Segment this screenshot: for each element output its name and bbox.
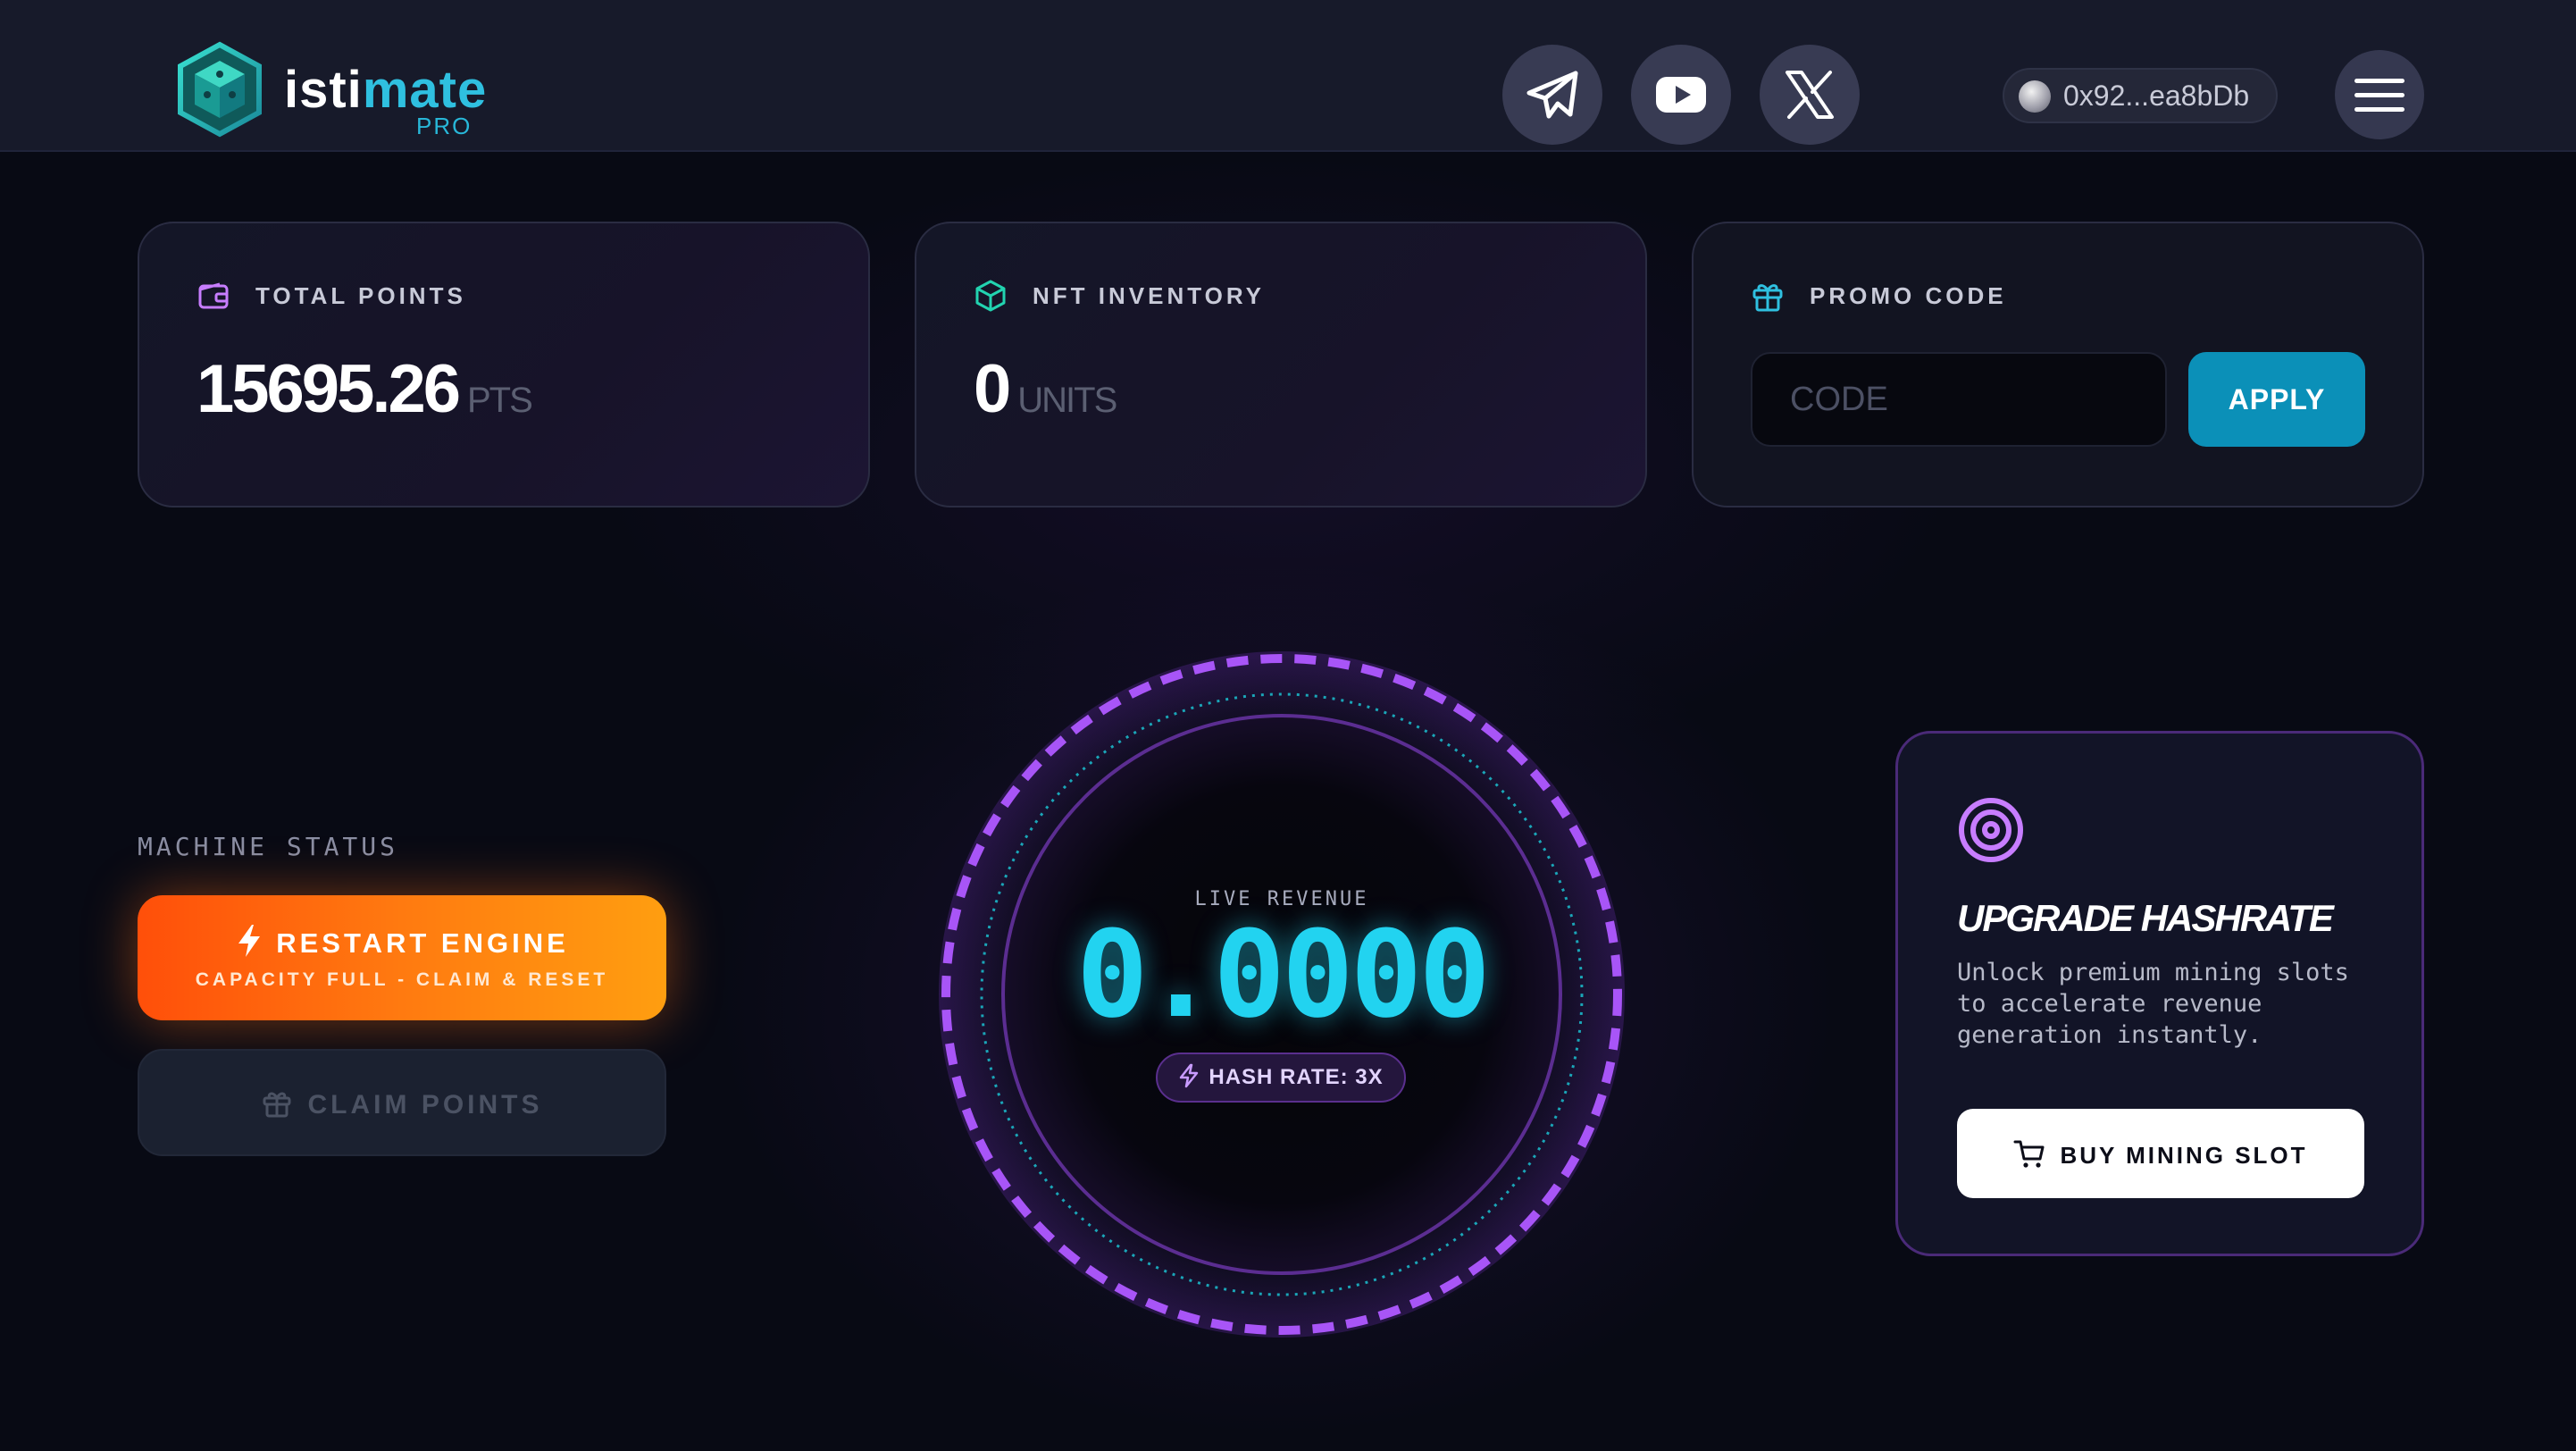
x-button[interactable] (1760, 45, 1860, 145)
promo-code-label: PROMO CODE (1810, 282, 2007, 309)
gift-icon (1752, 284, 1783, 312)
buy-mining-slot-button[interactable]: BUY MINING SLOT (1957, 1109, 2364, 1198)
hash-rate-label: HASH RATE: 3X (1209, 1065, 1384, 1089)
lightning-icon (1180, 1063, 1199, 1088)
total-points-card: TOTAL POINTS 15695.26 PTS (138, 222, 870, 507)
claim-points-content: CLAIM POINTS (139, 1088, 665, 1119)
telegram-button[interactable] (1502, 45, 1602, 145)
restart-engine-title: RESTART ENGINE (138, 924, 666, 958)
menu-button[interactable] (2335, 50, 2424, 139)
total-points-number: 15695.26 (197, 351, 461, 427)
buy-mining-slot-label: BUY MINING SLOT (2060, 1142, 2308, 1169)
gift-icon (263, 1092, 290, 1118)
telegram-icon (1526, 71, 1578, 119)
wallet-address: 0x92...ea8bDb (2063, 80, 2250, 112)
claim-points-button[interactable]: CLAIM POINTS (138, 1049, 666, 1156)
logo-word-start: isti (284, 61, 363, 119)
promo-code-input[interactable] (1751, 352, 2167, 447)
buy-mining-slot-content: BUY MINING SLOT (1957, 1139, 2364, 1170)
hamburger-menu-icon (2354, 93, 2405, 97)
total-points-label: TOTAL POINTS (255, 282, 466, 309)
cube-icon (975, 280, 1006, 312)
youtube-button[interactable] (1631, 45, 1731, 145)
wallet-address-button[interactable]: 0x92...ea8bDb (2003, 68, 2278, 123)
nft-inventory-label: NFT INVENTORY (1033, 282, 1266, 309)
promo-code-card: PROMO CODE APPLY (1692, 222, 2424, 507)
target-icon (1959, 798, 2023, 862)
upgrade-hashrate-title: UPGRADE HASHRATE (1957, 897, 2334, 939)
hamburger-menu-icon (2354, 79, 2405, 83)
hamburger-menu-icon (2354, 107, 2405, 112)
logo-wordmark: istimate (284, 64, 487, 116)
total-points-value: 15695.26 PTS (197, 356, 533, 424)
logo[interactable]: istimate PRO (171, 41, 486, 141)
claim-points-label: CLAIM POINTS (307, 1090, 543, 1120)
upgrade-hashrate-description: Unlock premium mining slots to accelerat… (1957, 959, 2349, 1049)
nft-inventory-value: 0 UNITS (974, 356, 1117, 424)
lightning-icon (238, 925, 261, 957)
restart-engine-button[interactable]: RESTART ENGINE CAPACITY FULL - CLAIM & R… (138, 895, 666, 1020)
header: istimate PRO 0x92...ea8bDb (0, 0, 2576, 152)
youtube-icon (1656, 77, 1706, 113)
wallet-icon (198, 282, 229, 309)
restart-engine-subtitle: CAPACITY FULL - CLAIM & RESET (195, 969, 609, 990)
live-revenue-value: 0.0000 (1075, 905, 1491, 1044)
restart-engine-label: RESTART ENGINE (276, 927, 569, 959)
machine-status-label: MACHINE STATUS (138, 832, 399, 861)
logo-word-accent: mate (362, 61, 488, 119)
nft-inventory-card: NFT INVENTORY 0 UNITS (915, 222, 1647, 507)
cart-icon (2013, 1140, 2045, 1168)
hash-rate-badge: HASH RATE: 3X (1156, 1053, 1406, 1103)
x-icon (1786, 71, 1834, 119)
apply-button[interactable]: APPLY (2188, 352, 2365, 447)
nft-inventory-number: 0 (974, 351, 1011, 427)
logo-pro-badge: PRO (416, 113, 473, 139)
cube-logo-icon (178, 41, 262, 138)
upgrade-hashrate-card: UPGRADE HASHRATE Unlock premium mining s… (1895, 731, 2424, 1256)
nft-inventory-unit: UNITS (1017, 381, 1117, 420)
wallet-avatar-icon (2019, 80, 2051, 113)
total-points-unit: PTS (467, 381, 533, 420)
